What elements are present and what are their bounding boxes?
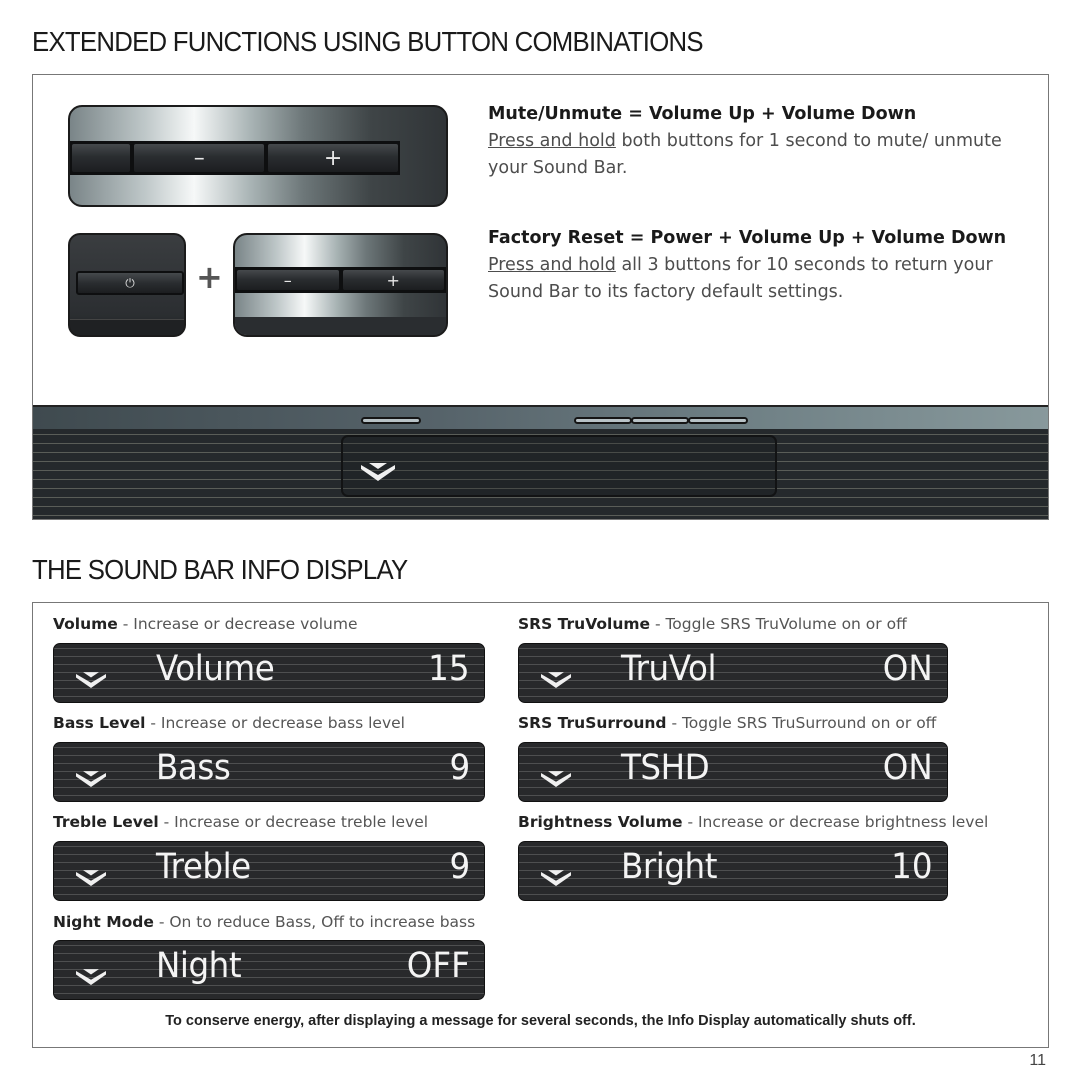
vizio-v-logo-icon <box>76 672 106 689</box>
info-display-bright: Bright 10 <box>518 841 948 901</box>
display-label: TruVol <box>621 649 717 689</box>
mute-heading: Mute/Unmute = Volume Up + Volume Down <box>488 104 917 124</box>
plus-icon: + <box>323 145 343 171</box>
display-label: Volume <box>156 649 275 689</box>
display-description-volume: Volume - Increase or decrease volume <box>53 615 358 633</box>
display-name: SRS TruVolume <box>518 615 651 633</box>
display-label: Night <box>156 946 242 986</box>
volume-up-key: + <box>268 144 398 172</box>
soundbar-power-button <box>361 417 421 424</box>
plus-combination-icon: + <box>196 258 223 296</box>
press-and-hold-text: Press and hold <box>488 131 616 151</box>
display-name: Night Mode <box>53 913 154 931</box>
display-label: Bright <box>621 847 718 887</box>
display-value: 9 <box>449 748 470 788</box>
display-description-night-mode: Night Mode - On to reduce Bass, Off to i… <box>53 913 475 931</box>
volume-buttons-image: – + <box>68 105 448 207</box>
display-name: SRS TruSurround <box>518 714 667 732</box>
volume-down-key: – <box>134 144 265 172</box>
power-key: ⏻ <box>76 271 184 295</box>
display-value: ON <box>883 748 933 788</box>
display-name: Brightness Volume <box>518 813 683 831</box>
energy-footnote: To conserve energy, after displaying a m… <box>165 1013 916 1029</box>
partial-key <box>72 144 131 172</box>
reset-instructions: Factory Reset = Power + Volume Up + Volu… <box>488 225 1033 306</box>
display-desc: - Increase or decrease volume <box>117 615 358 633</box>
display-desc: - Toggle SRS TruVolume on or off <box>650 615 907 633</box>
display-name: Volume <box>53 615 118 633</box>
display-desc: - On to reduce Bass, Off to increase bas… <box>153 913 476 931</box>
bottom-band <box>235 317 446 335</box>
page-number: 11 <box>1029 1052 1046 1069</box>
vizio-v-logo-icon <box>76 771 106 788</box>
soundbar-illustration <box>33 405 1048 519</box>
power-icon: ⏻ <box>125 275 135 290</box>
display-desc: - Toggle SRS TruSurround on or off <box>666 714 937 732</box>
section-title-info-display: THE SOUND BAR INFO DISPLAY <box>32 554 408 585</box>
display-desc: - Increase or decrease brightness level <box>682 813 989 831</box>
volume-up-key: + <box>342 270 444 290</box>
soundbar-top <box>33 405 1048 429</box>
display-description-bass-level: Bass Level - Increase or decrease bass l… <box>53 714 405 732</box>
info-display-night: Night OFF <box>53 940 485 1000</box>
display-label: Treble <box>156 847 251 887</box>
vizio-v-logo-icon <box>76 969 106 986</box>
vizio-v-logo-icon <box>361 463 395 481</box>
display-value: 15 <box>428 649 470 689</box>
info-display-treble: Treble 9 <box>53 841 485 901</box>
vizio-v-logo-icon <box>76 870 106 887</box>
reset-heading: Factory Reset = Power + Volume Up + Volu… <box>488 228 1007 248</box>
volume-down-key: – <box>237 270 339 290</box>
soundbar-volume-down-button <box>631 417 689 424</box>
soundbar-input-button <box>574 417 632 424</box>
section-title-extended-functions: EXTENDED FUNCTIONS USING BUTTON COMBINAT… <box>32 26 704 57</box>
vizio-v-logo-icon <box>541 672 571 689</box>
display-label: TSHD <box>621 748 710 788</box>
info-display-window <box>341 435 777 497</box>
soundbar-volume-up-button <box>688 417 748 424</box>
mute-instructions: Mute/Unmute = Volume Up + Volume Down Pr… <box>488 101 1033 182</box>
button-strip: – + <box>235 267 446 293</box>
display-desc: - Increase or decrease bass level <box>145 714 405 732</box>
info-display-panel: Volume - Increase or decrease volume Volu… <box>32 602 1049 1048</box>
display-value: ON <box>883 649 933 689</box>
display-value: OFF <box>406 946 470 986</box>
display-description-srs-trusurround: SRS TruSurround - Toggle SRS TruSurround… <box>518 714 936 732</box>
display-name: Treble Level <box>53 813 159 831</box>
info-display-tshd: TSHD ON <box>518 742 948 802</box>
display-desc: - Increase or decrease treble level <box>158 813 429 831</box>
info-display-volume: Volume 15 <box>53 643 485 703</box>
minus-icon: – <box>193 145 205 171</box>
display-value: 9 <box>449 847 470 887</box>
display-name: Bass Level <box>53 714 146 732</box>
vizio-v-logo-icon <box>541 870 571 887</box>
display-description-brightness-volume: Brightness Volume - Increase or decrease… <box>518 813 988 831</box>
minus-icon: – <box>283 270 292 290</box>
info-display-truvol: TruVol ON <box>518 643 948 703</box>
display-value: 10 <box>891 847 933 887</box>
info-display-bass: Bass 9 <box>53 742 485 802</box>
power-button-image: ⏻ <box>68 233 186 337</box>
press-and-hold-text: Press and hold <box>488 255 616 275</box>
display-label: Bass <box>156 748 231 788</box>
plus-icon: + <box>386 270 400 290</box>
vizio-v-logo-icon <box>541 771 571 788</box>
display-description-srs-truvolume: SRS TruVolume - Toggle SRS TruVolume on … <box>518 615 907 633</box>
volume-buttons-image-small: – + <box>233 233 448 337</box>
button-strip: – + <box>70 141 400 175</box>
button-combinations-panel: – + ⏻ + – + Mute/Unmute = Volume Up + Vo… <box>32 74 1049 520</box>
display-description-treble-level: Treble Level - Increase or decrease treb… <box>53 813 428 831</box>
bottom-band <box>70 319 184 335</box>
